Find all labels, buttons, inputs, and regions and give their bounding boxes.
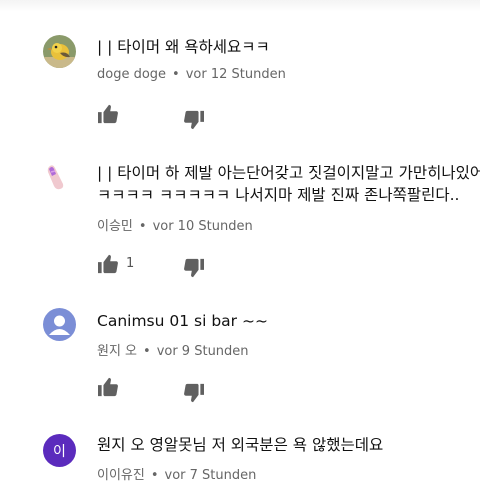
comment-text-line: ㅋㅋㅋㅋ ㅋㅋㅋㅋㅋ 나서지마 제발 진짜 존나쪽팔린다.. [97,186,460,204]
thumbs-down-icon [184,383,204,403]
comment-author[interactable]: 원지 오 [97,344,137,359]
comment-text-line: | | 타이머 왜 욕하세요ㅋㅋ [97,38,270,56]
avatar[interactable] [43,308,76,341]
dislike-button[interactable] [183,383,205,407]
thumbs-up-icon [98,104,118,124]
thumbs-down-icon [184,110,204,130]
thumbs-up-icon [98,377,118,397]
like-button[interactable] [97,377,119,401]
like-count: 1 [126,256,135,271]
separator: • [172,67,180,82]
hand-avatar-icon [43,160,76,193]
thumbs-up-icon [98,254,118,274]
comment-author[interactable]: doge doge [97,67,166,82]
top-bar-shadow [0,0,480,12]
comment-meta: 이이유진 • vor 7 Stunden [97,464,256,483]
letter-avatar[interactable]: 이 [43,434,76,467]
comment-text: | | 타이머 왜 욕하세요ㅋㅋ [97,36,480,58]
comment-text: | | 타이머 하 제발 아는단어갖고 짓걸이지말고 가만히나있어 ㅋㅋㅋㅋ ㅋ… [97,162,480,206]
separator: • [150,468,159,483]
comment-meta: 이승민 • vor 10 Stunden [97,215,253,234]
comment-text-line: | | 타이머 하 제발 아는단어갖고 짓걸이지말고 가만히나있어 [97,164,480,182]
thumbs-down-icon [184,258,204,278]
separator: • [138,219,147,234]
avatar-letter: 이 [53,443,66,460]
dislike-button[interactable] [183,110,205,134]
comment-time[interactable]: vor 10 Stunden [153,219,253,234]
avatar[interactable] [43,35,76,68]
comment-meta: doge doge • vor 12 Stunden [97,67,286,82]
comment-time[interactable]: vor 12 Stunden [186,67,286,82]
dislike-button[interactable] [183,258,205,282]
default-person-avatar-icon [43,308,76,341]
avatar[interactable] [43,160,76,193]
like-button[interactable] [97,254,119,278]
comment-text: 원지 오 영알못님 저 외국분은 욕 않했는데요 [97,434,480,456]
comment-author[interactable]: 이승민 [97,219,133,234]
separator: • [143,344,151,359]
comment-meta: 원지 오 • vor 9 Stunden [97,340,249,359]
comment-time[interactable]: vor 7 Stunden [165,468,257,483]
comment-author[interactable]: 이이유진 [97,468,145,483]
comment-text-line: 원지 오 영알못님 저 외국분은 욕 않했는데요 [97,436,384,454]
comment-time[interactable]: vor 9 Stunden [157,344,249,359]
comment-text: Canimsu 01 si bar ~~ [97,310,480,332]
comment-text-line: Canimsu 01 si bar ~~ [97,312,268,330]
bird-avatar-icon [43,35,76,68]
like-button[interactable] [97,104,119,128]
